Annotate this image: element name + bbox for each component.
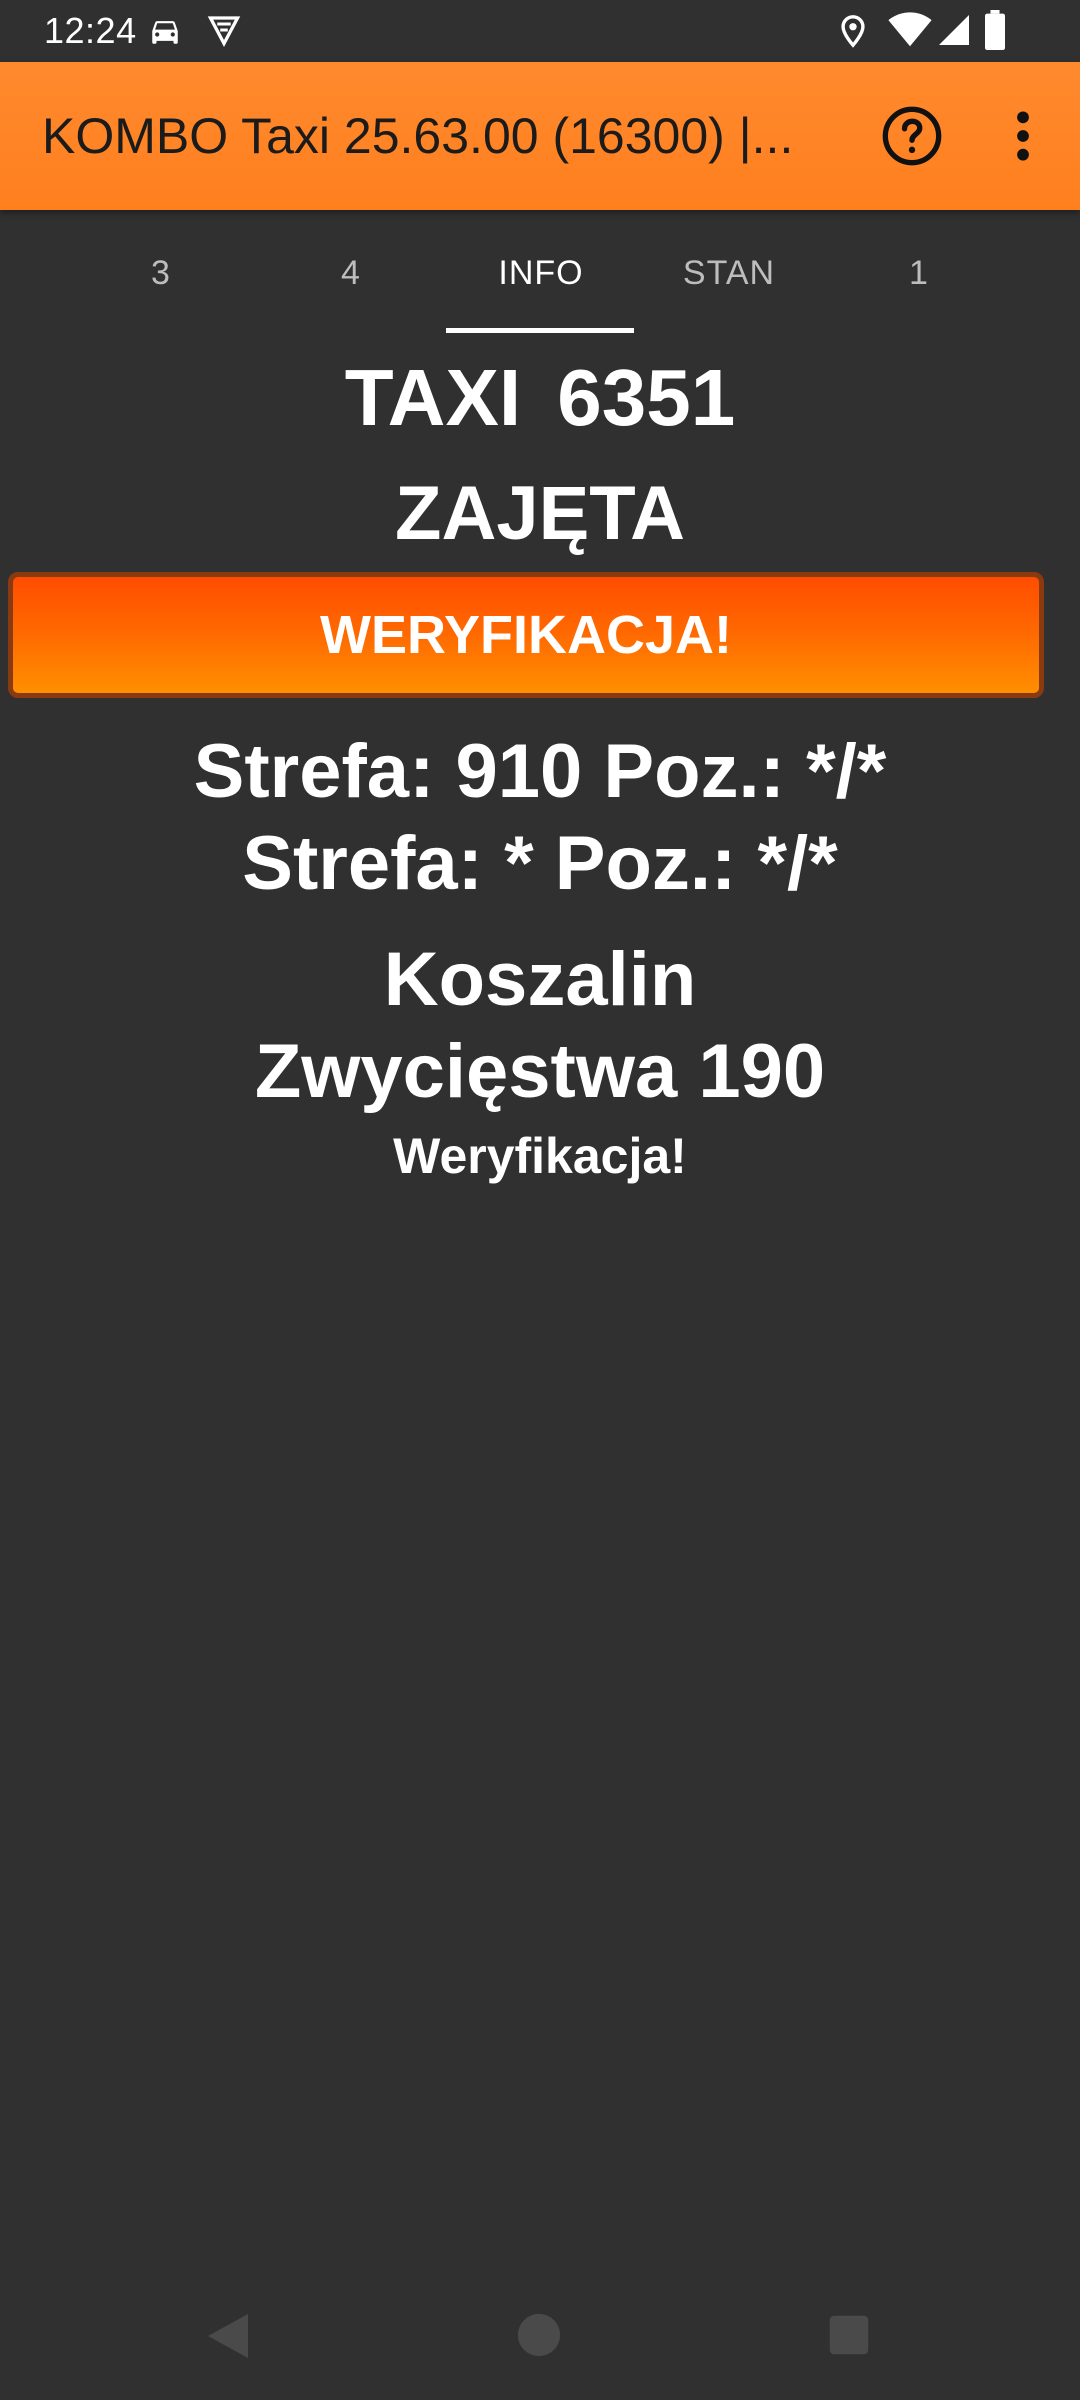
verification-note: Weryfikacja! [393, 1128, 687, 1184]
tab-stan[interactable]: STAN [634, 210, 824, 336]
tab-indicator [446, 328, 634, 333]
back-icon[interactable] [204, 2310, 252, 2362]
tab-1[interactable]: 1 [824, 210, 1014, 336]
zone-line-2: Strefa: * Poz.: */* [242, 821, 838, 906]
address-street: Zwycięstwa 190 [254, 1029, 826, 1114]
recents-icon[interactable] [828, 2314, 870, 2356]
status-time: 12:24 [44, 10, 137, 51]
status-bar: 12:24 [0, 0, 1080, 62]
nav-bar [0, 2272, 1080, 2400]
address-city: Koszalin [383, 937, 697, 1022]
home-icon[interactable] [516, 2312, 562, 2358]
signal-icon [939, 15, 969, 45]
verify-button[interactable]: WERYFIKACJA! [8, 572, 1044, 698]
tab-info[interactable]: INFO [446, 210, 636, 336]
tab-bar: 3 4 INFO STAN 1 [0, 210, 1080, 336]
app-bar: KOMBO Taxi 25.63.00 (16300) |... [0, 62, 1080, 210]
zone-line-1: Strefa: 910 Poz.: */* [193, 729, 887, 814]
tab-4[interactable]: 4 [256, 210, 446, 336]
screen: 12:24 KOMBO Taxi 25.63.00 (16300) |... 3… [0, 0, 1080, 2400]
more-vertical-icon[interactable] [1000, 104, 1046, 168]
vpn-shield-icon [207, 16, 241, 48]
location-icon [841, 15, 865, 48]
help-circle-icon[interactable] [880, 104, 944, 168]
battery-icon [985, 10, 1005, 50]
tab-3[interactable]: 3 [66, 210, 256, 336]
app-title: KOMBO Taxi 25.63.00 (16300) |... [42, 108, 794, 164]
car-icon [152, 21, 178, 44]
wifi-icon [888, 12, 932, 47]
taxi-title: TAXI 6351 [344, 353, 736, 442]
taxi-status: ZAJĘTA [395, 471, 685, 556]
